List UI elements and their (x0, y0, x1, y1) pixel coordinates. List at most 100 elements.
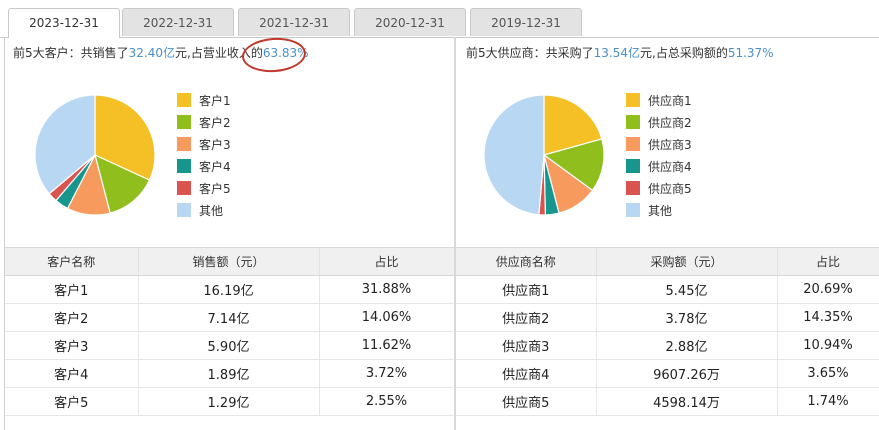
legend-label: 客户1 (199, 93, 231, 108)
name-cell: 供应商3 (456, 331, 597, 360)
legend-label: 供应商5 (648, 181, 692, 196)
name-cell: 客户1 (5, 275, 139, 304)
legend-swatch (626, 203, 640, 217)
name-cell: 供应商4 (456, 359, 597, 388)
customers-total-amount: 32.40亿 (128, 46, 175, 60)
customers-table: 客户名称 销售额（元） 占比 客户1 16.19亿 31.88% 客户2 7.14亿 1… (5, 247, 455, 416)
legend-swatch (177, 115, 191, 129)
legend-item: 供应商5 (626, 177, 692, 199)
customers-legend: 客户1 客户2 客户3 客户4 客户5 其他 (177, 89, 231, 221)
pct-cell: 3.65% (777, 359, 879, 388)
legend-swatch (177, 93, 191, 107)
legend-item: 客户5 (177, 177, 231, 199)
legend-item: 客户2 (177, 111, 231, 133)
amount-cell: 9607.26万 (596, 359, 778, 388)
tab-2021-12-31[interactable]: 2021-12-31 (238, 8, 350, 36)
customers-panel: 前5大客户：共销售了32.40亿元,占营业收入的63.83% 客户1 客户2 客… (4, 37, 455, 430)
name-cell: 客户4 (5, 359, 139, 388)
legend-swatch (626, 137, 640, 151)
legend-label: 其他 (199, 203, 224, 218)
legend-label: 客户3 (199, 137, 231, 152)
amount-cell: 16.19亿 (138, 275, 320, 304)
table-row: 供应商2 3.78亿 14.35% (456, 303, 879, 332)
suppliers-summary-mid: 元,占总采购额的 (640, 46, 728, 60)
suppliers-legend: 供应商1 供应商2 供应商3 供应商4 供应商5 其他 (626, 89, 692, 221)
pct-cell: 31.88% (319, 275, 455, 304)
suppliers-summary: 前5大供应商：共采购了13.54亿元,占总采购额的51.37% (466, 44, 774, 61)
suppliers-panel: 前5大供应商：共采购了13.54亿元,占总采购额的51.37% 供应商1 供应商… (454, 37, 879, 430)
amount-cell: 1.89亿 (138, 359, 320, 388)
amount-cell: 5.45亿 (596, 275, 778, 304)
column-header: 占比 (319, 247, 455, 276)
pct-cell: 14.35% (777, 303, 879, 332)
column-header: 客户名称 (5, 247, 139, 276)
legend-swatch (626, 181, 640, 195)
amount-cell: 3.78亿 (596, 303, 778, 332)
legend-swatch (626, 93, 640, 107)
pct-cell: 14.06% (319, 303, 455, 332)
amount-cell: 2.88亿 (596, 331, 778, 360)
column-header: 销售额（元） (138, 247, 320, 276)
tab-2019-12-31[interactable]: 2019-12-31 (470, 8, 582, 36)
suppliers-summary-prefix: 前5大供应商：共采购了 (466, 46, 594, 60)
table-row: 供应商1 5.45亿 20.69% (456, 275, 879, 304)
amount-cell: 4598.14万 (596, 387, 778, 416)
pct-cell: 10.94% (777, 331, 879, 360)
legend-label: 其他 (648, 203, 673, 218)
table-row: 客户5 1.29亿 2.55% (5, 387, 455, 416)
table-row: 客户3 5.90亿 11.62% (5, 331, 455, 360)
legend-item: 供应商1 (626, 89, 692, 111)
tab-2020-12-31[interactable]: 2020-12-31 (354, 8, 466, 36)
legend-swatch (177, 203, 191, 217)
name-cell: 客户5 (5, 387, 139, 416)
tab-2022-12-31[interactable]: 2022-12-31 (122, 8, 234, 36)
legend-swatch (626, 159, 640, 173)
legend-swatch (177, 137, 191, 151)
legend-swatch (177, 159, 191, 173)
legend-label: 客户2 (199, 115, 231, 130)
legend-label: 供应商4 (648, 159, 692, 174)
pct-cell: 11.62% (319, 331, 455, 360)
name-cell: 客户3 (5, 331, 139, 360)
pct-cell: 20.69% (777, 275, 879, 304)
legend-label: 供应商2 (648, 115, 692, 130)
legend-item: 客户4 (177, 155, 231, 177)
table-header-row: 客户名称 销售额（元） 占比 (5, 247, 455, 276)
customers-pie-chart (34, 94, 156, 216)
suppliers-table: 供应商名称 采购额（元） 占比 供应商1 5.45亿 20.69% 供应商2 3.78… (456, 247, 879, 416)
name-cell: 供应商5 (456, 387, 597, 416)
legend-label: 供应商1 (648, 93, 692, 108)
customers-summary-prefix: 前5大客户：共销售了 (13, 46, 129, 60)
table-row: 供应商4 9607.26万 3.65% (456, 359, 879, 388)
legend-item: 其他 (177, 199, 231, 221)
legend-label: 供应商3 (648, 137, 692, 152)
pct-cell: 3.72% (319, 359, 455, 388)
name-cell: 供应商1 (456, 275, 597, 304)
column-header: 供应商名称 (456, 247, 597, 276)
suppliers-pie-chart (483, 94, 605, 216)
table-row: 客户4 1.89亿 3.72% (5, 359, 455, 388)
legend-item: 客户1 (177, 89, 231, 111)
amount-cell: 7.14亿 (138, 303, 320, 332)
amount-cell: 5.90亿 (138, 331, 320, 360)
pct-cell: 1.74% (777, 387, 879, 416)
legend-label: 客户5 (199, 181, 231, 196)
table-header-row: 供应商名称 采购额（元） 占比 (456, 247, 879, 276)
pct-cell: 2.55% (319, 387, 455, 416)
legend-item: 供应商4 (626, 155, 692, 177)
legend-item: 客户3 (177, 133, 231, 155)
table-row: 客户2 7.14亿 14.06% (5, 303, 455, 332)
legend-item: 其他 (626, 199, 692, 221)
suppliers-total-amount: 13.54亿 (593, 46, 640, 60)
name-cell: 客户2 (5, 303, 139, 332)
legend-item: 供应商3 (626, 133, 692, 155)
legend-swatch (177, 181, 191, 195)
table-row: 客户1 16.19亿 31.88% (5, 275, 455, 304)
tab-2023-12-31[interactable]: 2023-12-31 (8, 8, 120, 38)
legend-swatch (626, 115, 640, 129)
period-tabs: 2023-12-31 2022-12-31 2021-12-31 2020-12… (0, 0, 879, 38)
table-row: 供应商3 2.88亿 10.94% (456, 331, 879, 360)
legend-item: 供应商2 (626, 111, 692, 133)
suppliers-pie-slice-6 (483, 94, 545, 216)
legend-label: 客户4 (199, 159, 231, 174)
